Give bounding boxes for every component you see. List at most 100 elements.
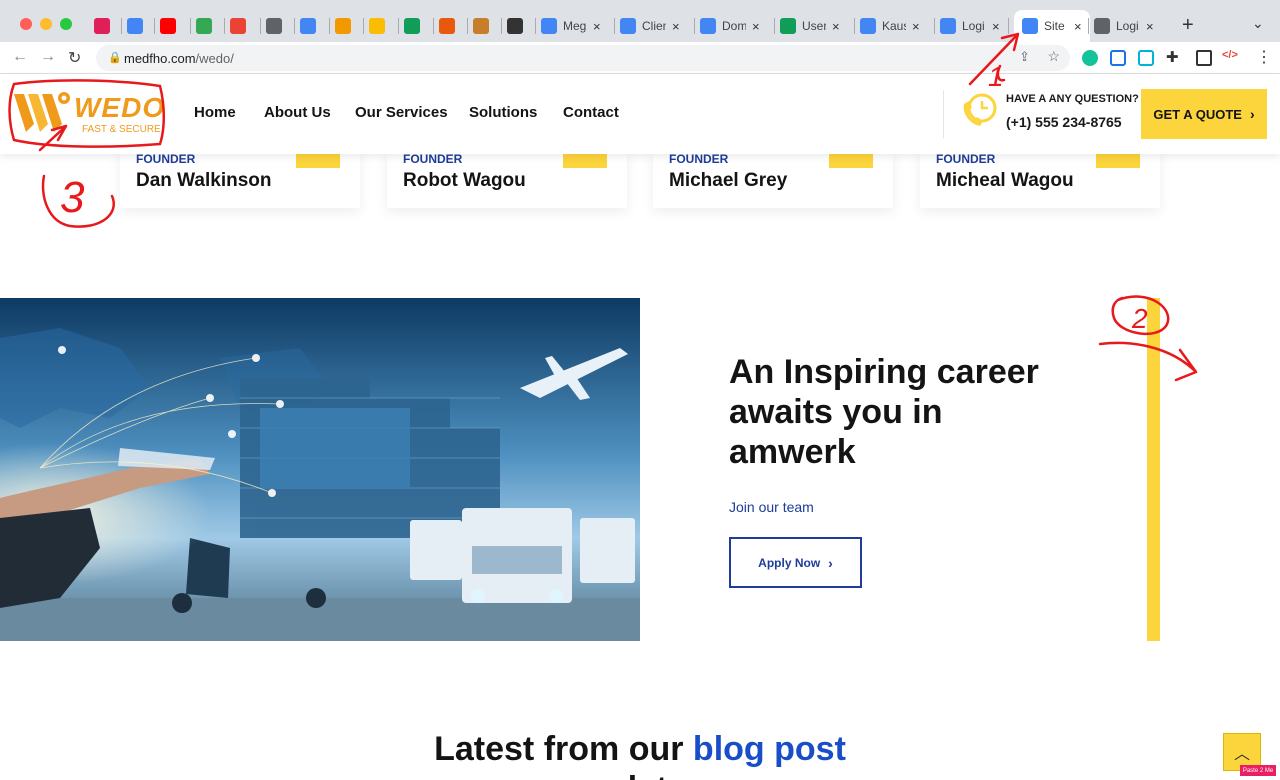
app-icon	[335, 18, 351, 34]
tab-title: Dom	[722, 19, 746, 33]
browser-tab[interactable]: Site ×	[1014, 10, 1090, 42]
tab-search-chevron-icon[interactable]: ⌄	[1252, 15, 1264, 32]
extension-icon[interactable]	[1138, 50, 1154, 66]
browser-tab[interactable]	[196, 10, 212, 42]
browser-tab[interactable]	[439, 10, 455, 42]
paste-badge: Paste 2 Me	[1240, 765, 1276, 776]
tab-separator	[774, 18, 775, 34]
tab-close-icon[interactable]: ×	[593, 19, 601, 34]
apply-now-button[interactable]: Apply Now ›	[729, 537, 862, 588]
tab-separator	[294, 18, 295, 34]
browser-tab[interactable]: Logi ×	[940, 10, 1000, 42]
tab-separator	[614, 18, 615, 34]
tab-close-icon[interactable]: ×	[832, 19, 840, 34]
nav-about-us[interactable]: About Us	[264, 104, 331, 121]
logo-mark-icon	[14, 92, 70, 132]
browser-tab[interactable]: Clien ×	[620, 10, 680, 42]
browser-tab[interactable]	[127, 10, 143, 42]
bookmark-star-icon[interactable]: ☆	[1047, 48, 1060, 65]
nav-home[interactable]: Home	[194, 104, 236, 121]
tab-close-icon[interactable]: ×	[912, 19, 920, 34]
share-icon[interactable]: ⇪	[1019, 49, 1030, 65]
tab-separator	[694, 18, 695, 34]
browser-tab[interactable]	[369, 10, 385, 42]
get-a-quote-button[interactable]: GET A QUOTE ›	[1141, 89, 1267, 139]
browser-tab[interactable]	[230, 10, 246, 42]
browser-tab[interactable]	[335, 10, 351, 42]
team-role: FOUNDER	[403, 152, 463, 166]
docs-icon	[860, 18, 876, 34]
tab-close-icon[interactable]: ×	[752, 19, 760, 34]
url-path: /wedo/	[195, 50, 234, 66]
tab-separator	[854, 18, 855, 34]
tab-title: Meg	[563, 19, 587, 33]
tab-close-icon[interactable]: ×	[672, 19, 680, 34]
tab-close-icon[interactable]: ×	[992, 19, 1000, 34]
browser-tab[interactable]	[507, 10, 523, 42]
team-name[interactable]: Micheal Wagou	[936, 170, 1074, 192]
docs-icon	[620, 18, 636, 34]
site-logo[interactable]: WEDO FAST & SECURE	[12, 88, 166, 138]
nav-contact[interactable]: Contact	[563, 104, 619, 121]
browser-tab[interactable]: User ×	[780, 10, 840, 42]
tab-close-icon[interactable]: ×	[1074, 19, 1082, 34]
tab-separator	[121, 18, 122, 34]
back-arrow-icon[interactable]: ←	[12, 48, 28, 66]
tab-separator	[535, 18, 536, 34]
address-bar[interactable]: 🔒 medfho.com/wedo/ ⇪ ☆	[96, 45, 1070, 71]
tab-title: User	[802, 19, 826, 33]
browser-toolbar: ← → ↻ 🔒 medfho.com/wedo/ ⇪ ☆ ✚ </> ⋮	[0, 42, 1280, 74]
apply-label: Apply Now	[758, 555, 821, 570]
phone-clock-icon	[963, 93, 997, 126]
join-our-team-link[interactable]: Join our team	[729, 499, 814, 515]
browser-tab[interactable]	[473, 10, 489, 42]
maximize-window-button[interactable]	[60, 18, 72, 30]
devtools-code-icon[interactable]: </>	[1222, 49, 1238, 61]
browser-tab[interactable]	[160, 10, 176, 42]
logo-tagline: FAST & SECURE	[82, 124, 161, 135]
google-sites-icon	[1022, 18, 1038, 34]
team-card: FOUNDER Micheal Wagou	[920, 148, 1160, 208]
puzzle-extensions-icon[interactable]: ✚	[1166, 48, 1179, 66]
nav-solutions[interactable]: Solutions	[469, 104, 537, 121]
logistics-hero-image	[0, 298, 640, 641]
team-card: FOUNDER Robot Wagou	[387, 148, 627, 208]
menu-dots-icon[interactable]: ⋮	[1256, 47, 1272, 67]
browser-tab[interactable]: Meg ×	[541, 10, 601, 42]
annotation-three: 3	[60, 173, 85, 222]
browser-tab[interactable]: Kaus ×	[860, 10, 920, 42]
tab-separator	[398, 18, 399, 34]
logo-wordmark: WEDO	[74, 92, 166, 123]
browser-tab[interactable]	[300, 10, 316, 42]
tab-separator	[433, 18, 434, 34]
browser-tab[interactable]: Dom ×	[700, 10, 760, 42]
new-tab-button[interactable]: +	[1182, 14, 1194, 37]
tab-separator	[934, 18, 935, 34]
close-window-button[interactable]	[20, 18, 32, 30]
browser-tab[interactable]: Logi ×	[1094, 10, 1154, 42]
tab-separator	[1008, 18, 1009, 34]
nav-our-services[interactable]: Our Services	[355, 104, 448, 121]
browser-tab[interactable]	[94, 10, 110, 42]
screen-capture-icon[interactable]	[1110, 50, 1126, 66]
minimize-window-button[interactable]	[40, 18, 52, 30]
tab-separator	[363, 18, 364, 34]
career-heading: An Inspiring career awaits you in amwerk	[729, 353, 1039, 471]
side-panel-icon[interactable]	[1196, 50, 1212, 66]
slack-icon	[94, 18, 110, 34]
browser-tab[interactable]	[266, 10, 282, 42]
team-role: FOUNDER	[669, 152, 729, 166]
tab-separator	[154, 18, 155, 34]
browser-tab[interactable]	[404, 10, 420, 42]
chevron-right-icon: ›	[1249, 106, 1255, 122]
tab-close-icon[interactable]: ×	[1146, 19, 1154, 34]
team-name[interactable]: Robot Wagou	[403, 170, 526, 192]
forward-arrow-icon[interactable]: →	[40, 48, 56, 66]
slides-icon	[369, 18, 385, 34]
team-name[interactable]: Michael Grey	[669, 170, 787, 192]
tab-title: Kaus	[882, 19, 906, 33]
grammarly-icon[interactable]	[1082, 50, 1098, 66]
reload-icon[interactable]: ↻	[68, 48, 81, 68]
team-name[interactable]: Dan Walkinson	[136, 170, 271, 192]
phone-number[interactable]: (+1) 555 234-8765	[1006, 114, 1122, 130]
